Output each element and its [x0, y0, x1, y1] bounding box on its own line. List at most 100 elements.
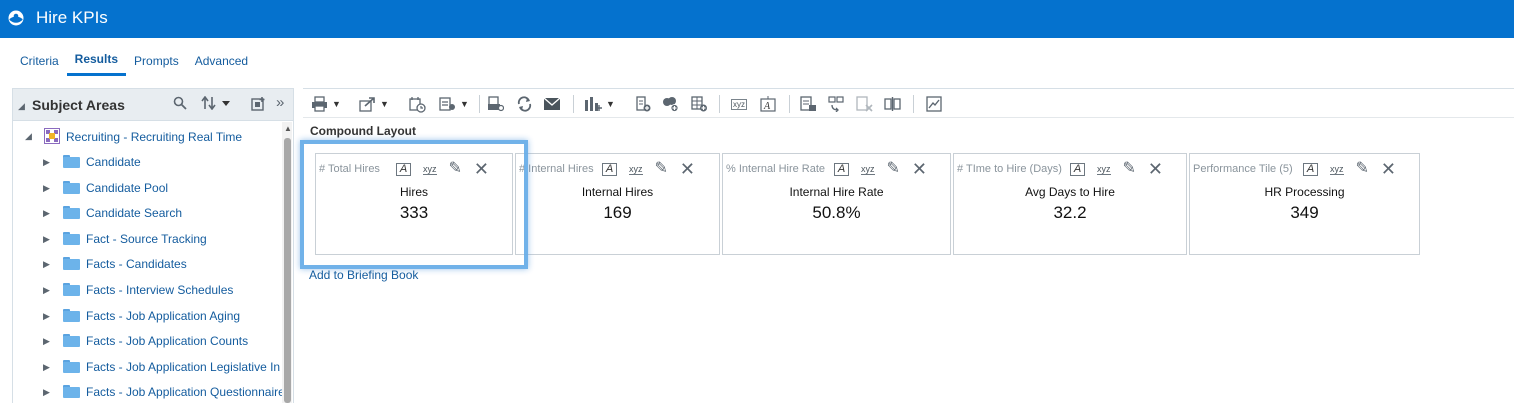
toolbar-separator	[913, 95, 914, 113]
export-button[interactable]: ▼	[359, 95, 389, 113]
rename-icon[interactable]: A	[602, 162, 617, 176]
tab-prompts[interactable]: Prompts	[126, 48, 187, 76]
schedule-button[interactable]	[409, 95, 426, 113]
format-icon[interactable]: xyz	[861, 164, 875, 175]
kpi-tile-internal-hire-rate[interactable]: % Internal Hire Rate A xyz ✎ ✕ Internal …	[722, 153, 951, 255]
tree-item-label: Facts - Job Application Questionnaire	[86, 385, 285, 399]
rename-icon[interactable]: A	[834, 162, 849, 176]
format-icon[interactable]: xyz	[423, 164, 437, 175]
print-button[interactable]: ▼	[311, 95, 341, 113]
add-to-briefing-book-link[interactable]: Add to Briefing Book	[309, 268, 418, 282]
rename-icon[interactable]: A	[396, 162, 411, 176]
schedule-icon	[409, 96, 426, 113]
scroll-up-icon[interactable]: ▲	[284, 124, 292, 133]
expand-arrow-icon[interactable]: ▶	[43, 157, 50, 168]
format-icon[interactable]: xyz	[629, 164, 643, 175]
refresh-icon	[517, 96, 532, 112]
remove-view-button[interactable]	[856, 95, 873, 113]
scrollbar-thumb[interactable]	[284, 138, 291, 403]
toolbar-separator	[789, 95, 790, 113]
tree-item-label: Facts - Candidates	[86, 257, 187, 271]
tree-item-label: Candidate Search	[86, 206, 183, 220]
close-icon[interactable]: ✕	[474, 160, 489, 178]
tile-actions: A xyz ✎ ✕	[602, 160, 695, 178]
compound-layout-title: Compound Layout	[310, 124, 416, 138]
add-calculated-item-button[interactable]	[691, 95, 708, 113]
expand-arrow-icon[interactable]: ▶	[43, 285, 50, 296]
tab-results[interactable]: Results	[66, 48, 127, 76]
add-column-button[interactable]	[635, 95, 652, 113]
rename-icon[interactable]: A	[1070, 162, 1085, 176]
new-view-button[interactable]: ▼	[584, 95, 615, 113]
subject-area-icon	[44, 128, 60, 144]
agent-button[interactable]: ▼	[439, 95, 469, 113]
close-icon[interactable]: ✕	[912, 160, 927, 178]
add-subject-area-icon[interactable]	[251, 96, 267, 115]
edit-pencil-icon[interactable]: ✎	[1123, 160, 1136, 178]
subject-areas-panel: ◢ Subject Areas » ◢ Recruiting - Recruit…	[12, 88, 294, 403]
edit-pencil-icon[interactable]: ✎	[1356, 160, 1369, 178]
tab-advanced[interactable]: Advanced	[187, 48, 256, 76]
tile-value: 349	[1290, 203, 1319, 222]
properties-icon	[800, 96, 816, 111]
tile-view-label: # Total Hires	[319, 163, 380, 175]
refresh-button[interactable]	[516, 95, 533, 113]
export-icon	[359, 97, 375, 112]
edit-pencil-icon[interactable]: ✎	[887, 160, 900, 178]
bar-chart-icon	[585, 97, 602, 111]
tree-item-label: Facts - Interview Schedules	[86, 283, 234, 297]
subject-areas-title: Subject Areas	[32, 97, 125, 113]
add-group-button[interactable]	[662, 95, 679, 113]
xyz-format-icon: xyz	[731, 98, 747, 110]
edit-pencil-icon[interactable]: ✎	[449, 160, 462, 178]
close-icon[interactable]: ✕	[1381, 160, 1396, 178]
tab-criteria[interactable]: Criteria	[12, 48, 67, 76]
pivot-button[interactable]	[828, 95, 845, 113]
rename-icon[interactable]: A	[1303, 162, 1318, 176]
kpi-tile-time-to-hire[interactable]: # TIme to Hire (Days) A xyz ✎ ✕ Avg Days…	[953, 153, 1187, 255]
oracle-logo-icon	[8, 10, 24, 26]
format-text-button[interactable]: xyz	[731, 95, 747, 113]
advanced-options-button[interactable]	[926, 95, 943, 113]
close-icon[interactable]: ✕	[1148, 160, 1163, 178]
format-icon[interactable]: xyz	[1330, 164, 1344, 175]
tile-view-label: # TIme to Hire (Days)	[957, 163, 1062, 175]
rename-button[interactable]: A	[760, 95, 777, 113]
tile-view-label: # Internal Hires	[519, 163, 594, 175]
email-button[interactable]	[543, 95, 561, 113]
collapse-panel-icon[interactable]: ◢	[18, 101, 25, 112]
edit-pencil-icon[interactable]: ✎	[655, 160, 668, 178]
tree-item-label: Candidate	[86, 155, 141, 169]
layout-icon	[884, 97, 901, 111]
remove-view-icon	[856, 96, 873, 112]
tree-root-label: Recruiting - Recruiting Real Time	[66, 130, 243, 144]
preview-icon	[488, 96, 504, 112]
kpi-tile-total-hires[interactable]: # Total Hires A xyz ✎ ✕ Hires 333	[315, 153, 513, 255]
expand-arrow-icon[interactable]: ▶	[43, 362, 50, 373]
agent-icon	[439, 97, 455, 111]
expand-arrow-icon[interactable]: ▶	[43, 234, 50, 245]
layout-button[interactable]	[884, 95, 901, 113]
kpi-tile-internal-hires[interactable]: # Internal Hires A xyz ✎ ✕ Internal Hire…	[515, 153, 720, 255]
expand-arrow-icon[interactable]: ▶	[43, 183, 50, 194]
folder-icon	[63, 360, 80, 373]
expand-arrow-icon[interactable]: ▶	[43, 311, 50, 322]
search-icon[interactable]	[173, 96, 187, 113]
view-properties-button[interactable]	[800, 95, 817, 113]
tree-item-label: Candidate Pool	[86, 181, 169, 195]
sort-icon[interactable]	[201, 95, 231, 113]
subject-areas-header: ◢ Subject Areas »	[13, 89, 293, 121]
kpi-tile-performance[interactable]: Performance Tile (5) A xyz ✎ ✕ HR Proces…	[1189, 153, 1420, 255]
collapse-arrow-icon[interactable]: ◢	[25, 131, 32, 142]
expand-arrow-icon[interactable]: ▶	[43, 259, 50, 270]
toolbar-separator	[719, 95, 720, 113]
format-icon[interactable]: xyz	[1097, 164, 1111, 175]
close-icon[interactable]: ✕	[680, 160, 695, 178]
expand-arrow-icon[interactable]: ▶	[43, 208, 50, 219]
toolbar-separator	[573, 95, 574, 113]
expand-arrow-icon[interactable]: ▶	[43, 336, 50, 347]
expand-panel-icon[interactable]: »	[276, 94, 284, 111]
print-preview-button[interactable]	[487, 95, 504, 113]
tile-value: 333	[399, 203, 429, 222]
expand-arrow-icon[interactable]: ▶	[43, 387, 50, 398]
